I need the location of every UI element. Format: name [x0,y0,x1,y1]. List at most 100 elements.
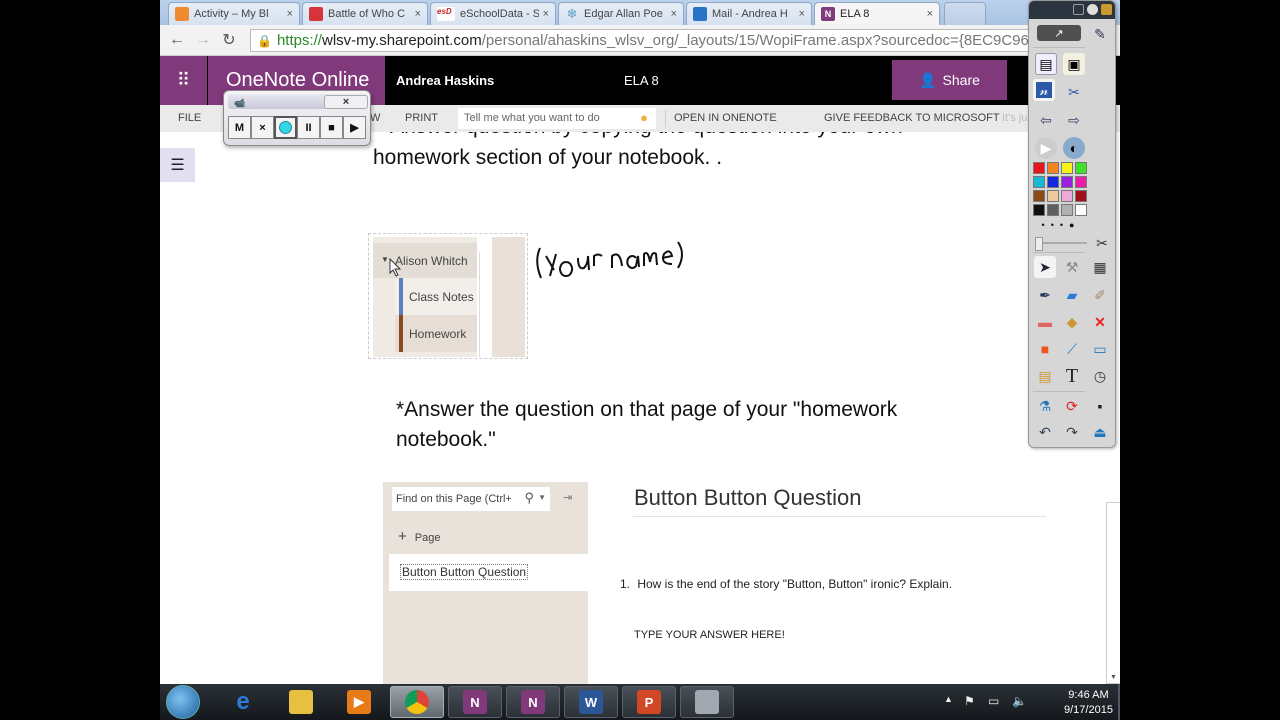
recorder-stop-button[interactable]: ■ [320,116,343,139]
forward-icon[interactable]: → [190,31,216,49]
gallery-icon[interactable]: ▣ [1063,53,1085,75]
recorder-cancel-button[interactable]: × [251,116,274,139]
tab-close-icon[interactable]: × [799,8,805,20]
tell-me-input[interactable]: Tell me what you want to do ● [458,108,656,129]
fill-icon[interactable]: ◆ [1061,311,1083,333]
clock-icon[interactable]: ◷ [1089,365,1111,387]
app-launcher-icon[interactable]: ⠿ [160,56,207,105]
color-swatch[interactable] [1033,162,1045,174]
taskbar-onenote[interactable]: N [448,686,502,718]
taskbar-word[interactable]: W [564,686,618,718]
system-clock[interactable]: 9:46 AM 9/17/2015 [1064,688,1113,718]
eject-icon[interactable] [1087,4,1098,15]
recorder-titlebar[interactable]: 📹 × [228,94,368,109]
save-icon[interactable]: ▪ [1089,395,1111,417]
show-hidden-icons[interactable]: ▲ [944,694,953,704]
window-icon[interactable] [1073,4,1084,15]
tab-view[interactable]: W [370,112,380,124]
browser-tab[interactable]: Mail - Andrea H × [686,2,812,25]
action-center-flag-icon[interactable]: ⚑ [964,694,975,708]
taskbar-chrome[interactable] [390,686,444,718]
volume-icon[interactable]: 🔈 [1012,694,1027,708]
taskbar-media-player[interactable]: ▶ [332,686,386,718]
tab-close-icon[interactable]: × [927,8,933,20]
start-button[interactable] [166,685,200,719]
recorder-mode-button[interactable]: M [228,116,251,139]
ink-mode-icon[interactable]: 𝓃 [1033,79,1055,101]
scrollbar[interactable]: ▼ [1106,502,1120,684]
highlighter-icon[interactable]: ▰ [1061,284,1083,306]
screen-recorder-widget[interactable]: 📹 × M × II ■ ▶ [223,90,371,146]
color-swatch[interactable] [1061,162,1073,174]
delete-icon[interactable]: ✕ [1089,311,1111,333]
smart-tools-palette[interactable]: ↗ ✎ ▤ ▣ 𝓃 ✂ ⇦ ⇨ ▶ ◐ •••● ✂ ➤ ⚒ ▦ ✒ ▰ ✐ ▬… [1028,0,1116,448]
text-icon[interactable]: T [1061,365,1083,387]
color-swatch[interactable] [1075,162,1087,174]
color-swatch[interactable] [1033,204,1045,216]
open-in-onenote-button[interactable]: OPEN IN ONENOTE [674,112,777,124]
reload-icon[interactable]: ↻ [216,30,242,50]
navigation-toggle-button[interactable]: ☰ [160,148,195,182]
browser-tab-active[interactable]: N ELA 8 × [814,2,940,25]
color-swatch[interactable] [1061,190,1073,202]
page-sorter-icon[interactable]: ▤ [1035,53,1057,75]
previous-page-icon[interactable]: ⇦ [1035,109,1057,131]
tab-file[interactable]: FILE [178,112,201,124]
magic-pen-icon[interactable]: ▤ [1034,365,1056,387]
browser-tab[interactable]: esD eSchoolData - S × [430,2,556,25]
creative-pen-icon[interactable]: ✐ [1089,284,1111,306]
user-pen-icon[interactable]: ✎ [1089,23,1111,45]
back-icon[interactable]: ← [164,31,190,49]
profile-icon[interactable] [1101,4,1112,15]
color-swatch[interactable] [1075,176,1087,188]
recorder-close-button[interactable]: × [324,95,368,109]
new-tab-button[interactable] [944,2,986,25]
color-swatch[interactable] [1075,204,1087,216]
projector-icon[interactable]: ▭ [1089,338,1111,360]
palette-titlebar[interactable] [1029,1,1115,19]
scroll-down-icon[interactable]: ▼ [1110,674,1117,681]
color-swatch[interactable] [1061,176,1073,188]
taskbar-internet-explorer[interactable]: e [216,686,270,718]
globe-icon[interactable]: ◐ [1063,137,1085,159]
recorder-play-button[interactable]: ▶ [343,116,366,139]
recorder-record-button[interactable] [274,116,297,139]
reset-page-icon[interactable]: ⟳ [1061,395,1083,417]
pen-icon[interactable]: ✒ [1034,284,1056,306]
browser-tab[interactable]: ❄ Edgar Allan Poe × [558,2,684,25]
browser-tab[interactable]: Battle of Who C × [302,2,428,25]
color-swatch[interactable] [1047,176,1059,188]
next-page-icon[interactable]: ⇨ [1063,109,1085,131]
settings-tools-icon[interactable]: ⚒ [1061,256,1083,278]
play-icon[interactable]: ▶ [1035,137,1057,159]
line-icon[interactable]: ⟋ [1061,338,1083,360]
tab-close-icon[interactable]: × [287,8,293,20]
color-swatch[interactable] [1047,204,1059,216]
taskbar-smart-tools[interactable] [680,686,734,718]
share-button[interactable]: 👤 Share [892,60,1007,100]
screen-capture-icon[interactable]: ▦ [1089,256,1111,278]
color-swatch[interactable] [1061,204,1073,216]
tab-close-icon[interactable]: × [671,8,677,20]
line-width-icons[interactable]: •••● [1031,218,1091,232]
show-desktop-button[interactable] [1118,684,1120,720]
recorder-pause-button[interactable]: II [297,116,320,139]
shapes-icon[interactable]: ■ [1034,338,1056,360]
tools-icon[interactable]: ✂ [1063,81,1085,103]
address-bar[interactable]: 🔒 https://wlsv-my.sharepoint.com/persona… [250,29,1030,52]
eraser-icon[interactable]: ▬ [1034,311,1056,333]
notebook-owner[interactable]: Andrea Haskins [396,73,494,88]
color-swatch[interactable] [1047,190,1059,202]
clear-ink-icon[interactable]: ⚗ [1034,395,1056,417]
taskbar-file-explorer[interactable] [274,686,328,718]
browser-tab[interactable]: Activity – My Bl × [168,2,300,25]
select-pointer-icon[interactable]: ➤ [1034,256,1056,278]
taskbar-onenote-clipper[interactable]: N [506,686,560,718]
tab-close-icon[interactable]: × [543,8,549,20]
feedback-button[interactable]: GIVE FEEDBACK TO MICROSOFT [824,112,1000,124]
tab-close-icon[interactable]: × [415,8,421,20]
redo-icon[interactable]: ↷ [1061,421,1083,443]
share-out-icon[interactable]: ↗ [1037,25,1081,41]
notebook-title[interactable]: ELA 8 [624,73,659,88]
color-swatch[interactable] [1033,176,1045,188]
